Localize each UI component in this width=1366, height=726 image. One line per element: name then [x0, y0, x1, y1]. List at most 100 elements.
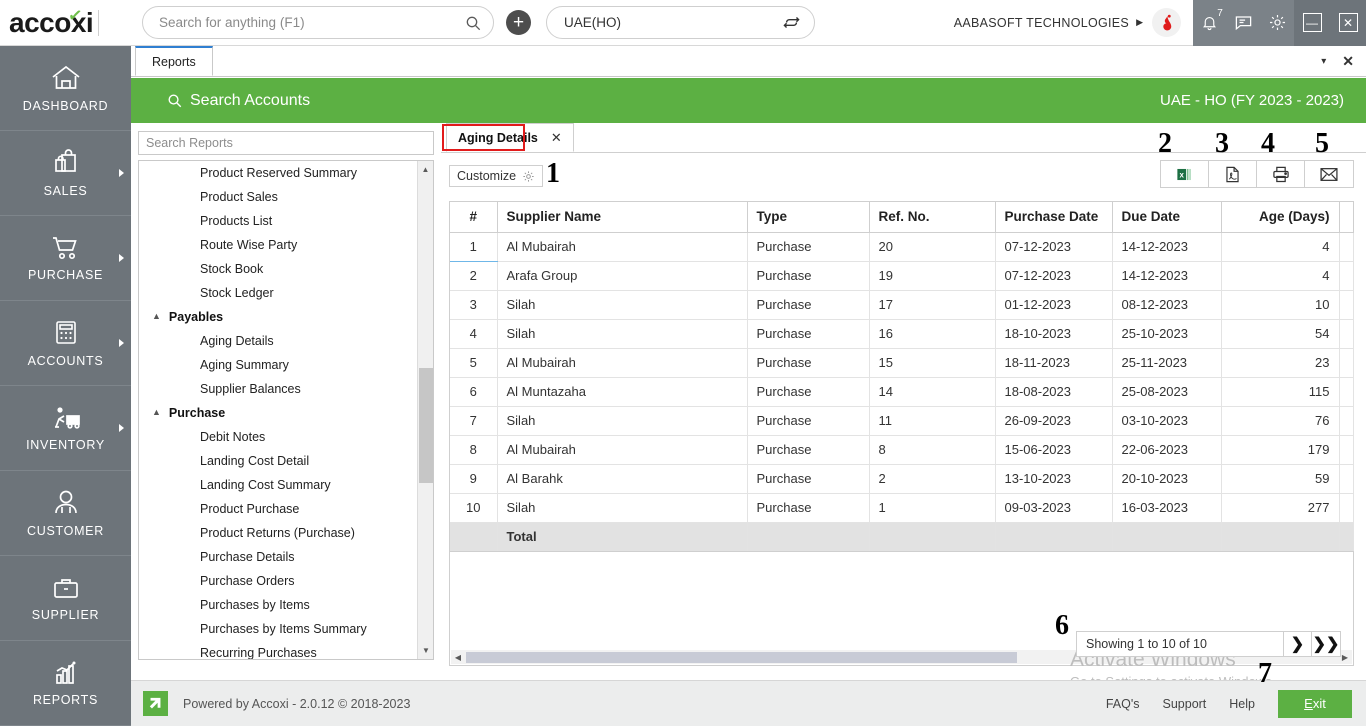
sidebar-item-dashboard[interactable]: DASHBOARD	[0, 46, 131, 131]
sidebar-item-sales[interactable]: SALES	[0, 131, 131, 216]
sidebar-item-reports[interactable]: REPORTS	[0, 641, 131, 726]
settings-button[interactable]	[1265, 11, 1289, 35]
email-button[interactable]	[1305, 161, 1353, 187]
tab-reports-label: Reports	[152, 54, 196, 69]
tree-group-10[interactable]: ▲ Purchase	[139, 401, 416, 425]
tree-item-7[interactable]: Aging Details	[139, 329, 416, 353]
close-icon[interactable]: ✕	[1338, 13, 1358, 32]
tree-item-label: Supplier Balances	[200, 382, 301, 396]
row-spacer	[1339, 261, 1354, 291]
tree-item-13[interactable]: Landing Cost Summary	[139, 473, 416, 497]
branch-selector[interactable]: UAE(HO)	[546, 6, 815, 39]
messages-button[interactable]	[1231, 11, 1255, 35]
table-row[interactable]: 7 Silah Purchase 11 26-09-2023 03-10-2023 76	[450, 406, 1354, 436]
tree-item-2[interactable]: Products List	[139, 209, 416, 233]
tree-item-17[interactable]: Purchase Orders	[139, 569, 416, 593]
sidebar-item-customer[interactable]: CUSTOMER	[0, 471, 131, 556]
chevron-right-icon[interactable]: ▶	[1136, 17, 1143, 28]
col-header-due-date[interactable]: Due Date	[1112, 202, 1222, 233]
table-row[interactable]: 4 Silah Purchase 16 18-10-2023 25-10-2023 54	[450, 319, 1354, 349]
subtab-aging-details[interactable]: Aging Details ✕	[446, 123, 574, 152]
col-header-age[interactable]: Age (Days)	[1221, 202, 1340, 233]
fiscal-year-label: UAE - HO (FY 2023 - 2023)	[1160, 92, 1344, 109]
scroll-left-icon[interactable]: ◀	[451, 653, 465, 662]
export-pdf-button[interactable]	[1209, 161, 1257, 187]
tree-item-20[interactable]: Recurring Purchases	[139, 641, 416, 659]
table-row[interactable]: 2 Arafa Group Purchase 19 07-12-2023 14-12-20…	[450, 261, 1354, 291]
table-row[interactable]: 10 Silah Purchase 1 09-03-2023 16-03-2023 277	[450, 493, 1354, 523]
tree-item-4[interactable]: Stock Book	[139, 257, 416, 281]
print-button[interactable]	[1257, 161, 1305, 187]
last-page-button[interactable]: ❯❯	[1312, 632, 1340, 656]
refresh-icon[interactable]	[783, 14, 800, 31]
tree-item-15[interactable]: Product Returns (Purchase)	[139, 521, 416, 545]
table-row[interactable]: 1 Al Mubairah Purchase 20 07-12-2023 14-12-20…	[450, 232, 1354, 262]
tree-item-1[interactable]: Product Sales	[139, 185, 416, 209]
hscrollbar-thumb[interactable]	[466, 651, 1017, 663]
row-type: Purchase	[747, 464, 870, 494]
tree-group-6[interactable]: ▲ Payables	[139, 305, 416, 329]
row-supplier: Al Mubairah	[497, 232, 748, 262]
tree-item-3[interactable]: Route Wise Party	[139, 233, 416, 257]
sidebar-item-inventory[interactable]: INVENTORY	[0, 386, 131, 471]
chevron-right-icon	[119, 339, 124, 347]
tree-item-11[interactable]: Debit Notes	[139, 425, 416, 449]
table-row[interactable]: 8 Al Mubairah Purchase 8 15-06-2023 22-06-202…	[450, 435, 1354, 465]
col-header-supplier[interactable]: Supplier Name	[497, 202, 748, 233]
sidebar-label-reports: REPORTS	[32, 693, 99, 707]
col-header-index[interactable]: #	[450, 202, 498, 233]
tree-item-19[interactable]: Purchases by Items Summary	[139, 617, 416, 641]
scrollbar-thumb[interactable]	[419, 368, 433, 483]
tree-item-8[interactable]: Aging Summary	[139, 353, 416, 377]
gear-icon	[523, 170, 534, 182]
minimize-icon[interactable]: —	[1302, 13, 1322, 32]
chevron-up-icon[interactable]: ▲	[152, 407, 161, 417]
table-row[interactable]: 9 Al Barahk Purchase 2 13-10-2023 20-10-2023 5…	[450, 464, 1354, 494]
sidebar-item-supplier[interactable]: SUPPLIER	[0, 556, 131, 641]
table-row[interactable]: 6 Al Muntazaha Purchase 14 18-08-2023 25-08-2…	[450, 377, 1354, 407]
footer-link-help[interactable]: Help	[1229, 697, 1255, 711]
sidebar-item-purchase[interactable]: PURCHASE	[0, 216, 131, 301]
tree-item-16[interactable]: Purchase Details	[139, 545, 416, 569]
footer-link-faqs[interactable]: FAQ's	[1106, 697, 1140, 711]
tab-reports[interactable]: Reports	[135, 46, 213, 76]
customize-button[interactable]: Customize	[449, 165, 544, 187]
tree-item-label: Product Returns (Purchase)	[200, 526, 355, 540]
tree-item-5[interactable]: Stock Ledger	[139, 281, 416, 305]
table-row[interactable]: 3 Silah Purchase 17 01-12-2023 08-12-2023 10	[450, 290, 1354, 320]
tree-item-14[interactable]: Product Purchase	[139, 497, 416, 521]
footer-link-support[interactable]: Support	[1163, 697, 1207, 711]
tab-list-caret-icon[interactable]: ▾	[1321, 56, 1326, 67]
export-excel-button[interactable]: x	[1161, 161, 1209, 187]
tree-item-0[interactable]: Product Reserved Summary	[139, 161, 416, 185]
notification-button[interactable]: 7	[1198, 8, 1223, 35]
row-ref: 2	[869, 464, 996, 494]
col-header-purchase-date[interactable]: Purchase Date	[995, 202, 1113, 233]
logo-text: accoxi ✓	[9, 5, 94, 39]
reports-search-input[interactable]	[146, 136, 426, 150]
row-index: 6	[450, 377, 498, 407]
col-header-ref[interactable]: Ref. No.	[869, 202, 996, 233]
col-header-type[interactable]: Type	[747, 202, 870, 233]
scroll-down-icon[interactable]: ▼	[418, 642, 433, 659]
tree-item-label: Landing Cost Summary	[200, 478, 331, 492]
tree-item-12[interactable]: Landing Cost Detail	[139, 449, 416, 473]
next-page-button[interactable]: ❯	[1284, 632, 1312, 656]
tree-item-9[interactable]: Supplier Balances	[139, 377, 416, 401]
row-ref: 15	[869, 348, 996, 378]
search-input[interactable]	[159, 15, 465, 30]
tab-close-icon[interactable]: ✕	[1342, 53, 1354, 70]
avatar[interactable]	[1152, 8, 1181, 37]
reports-search-box[interactable]	[138, 131, 434, 155]
table-row[interactable]: 5 Al Mubairah Purchase 15 18-11-2023 25-11-20…	[450, 348, 1354, 378]
exit-button[interactable]: Exit	[1278, 689, 1352, 718]
tree-item-18[interactable]: Purchases by Items	[139, 593, 416, 617]
reports-tree-scrollbar[interactable]: ▲ ▼	[417, 161, 433, 659]
add-new-button[interactable]: +	[506, 10, 531, 35]
subtab-close-icon[interactable]: ✕	[551, 130, 562, 146]
sidebar-item-accounts[interactable]: ACCOUNTS	[0, 301, 131, 386]
search-icon[interactable]	[465, 15, 481, 31]
scroll-up-icon[interactable]: ▲	[418, 161, 433, 178]
chevron-up-icon[interactable]: ▲	[152, 311, 161, 321]
global-search-box[interactable]	[142, 6, 494, 39]
